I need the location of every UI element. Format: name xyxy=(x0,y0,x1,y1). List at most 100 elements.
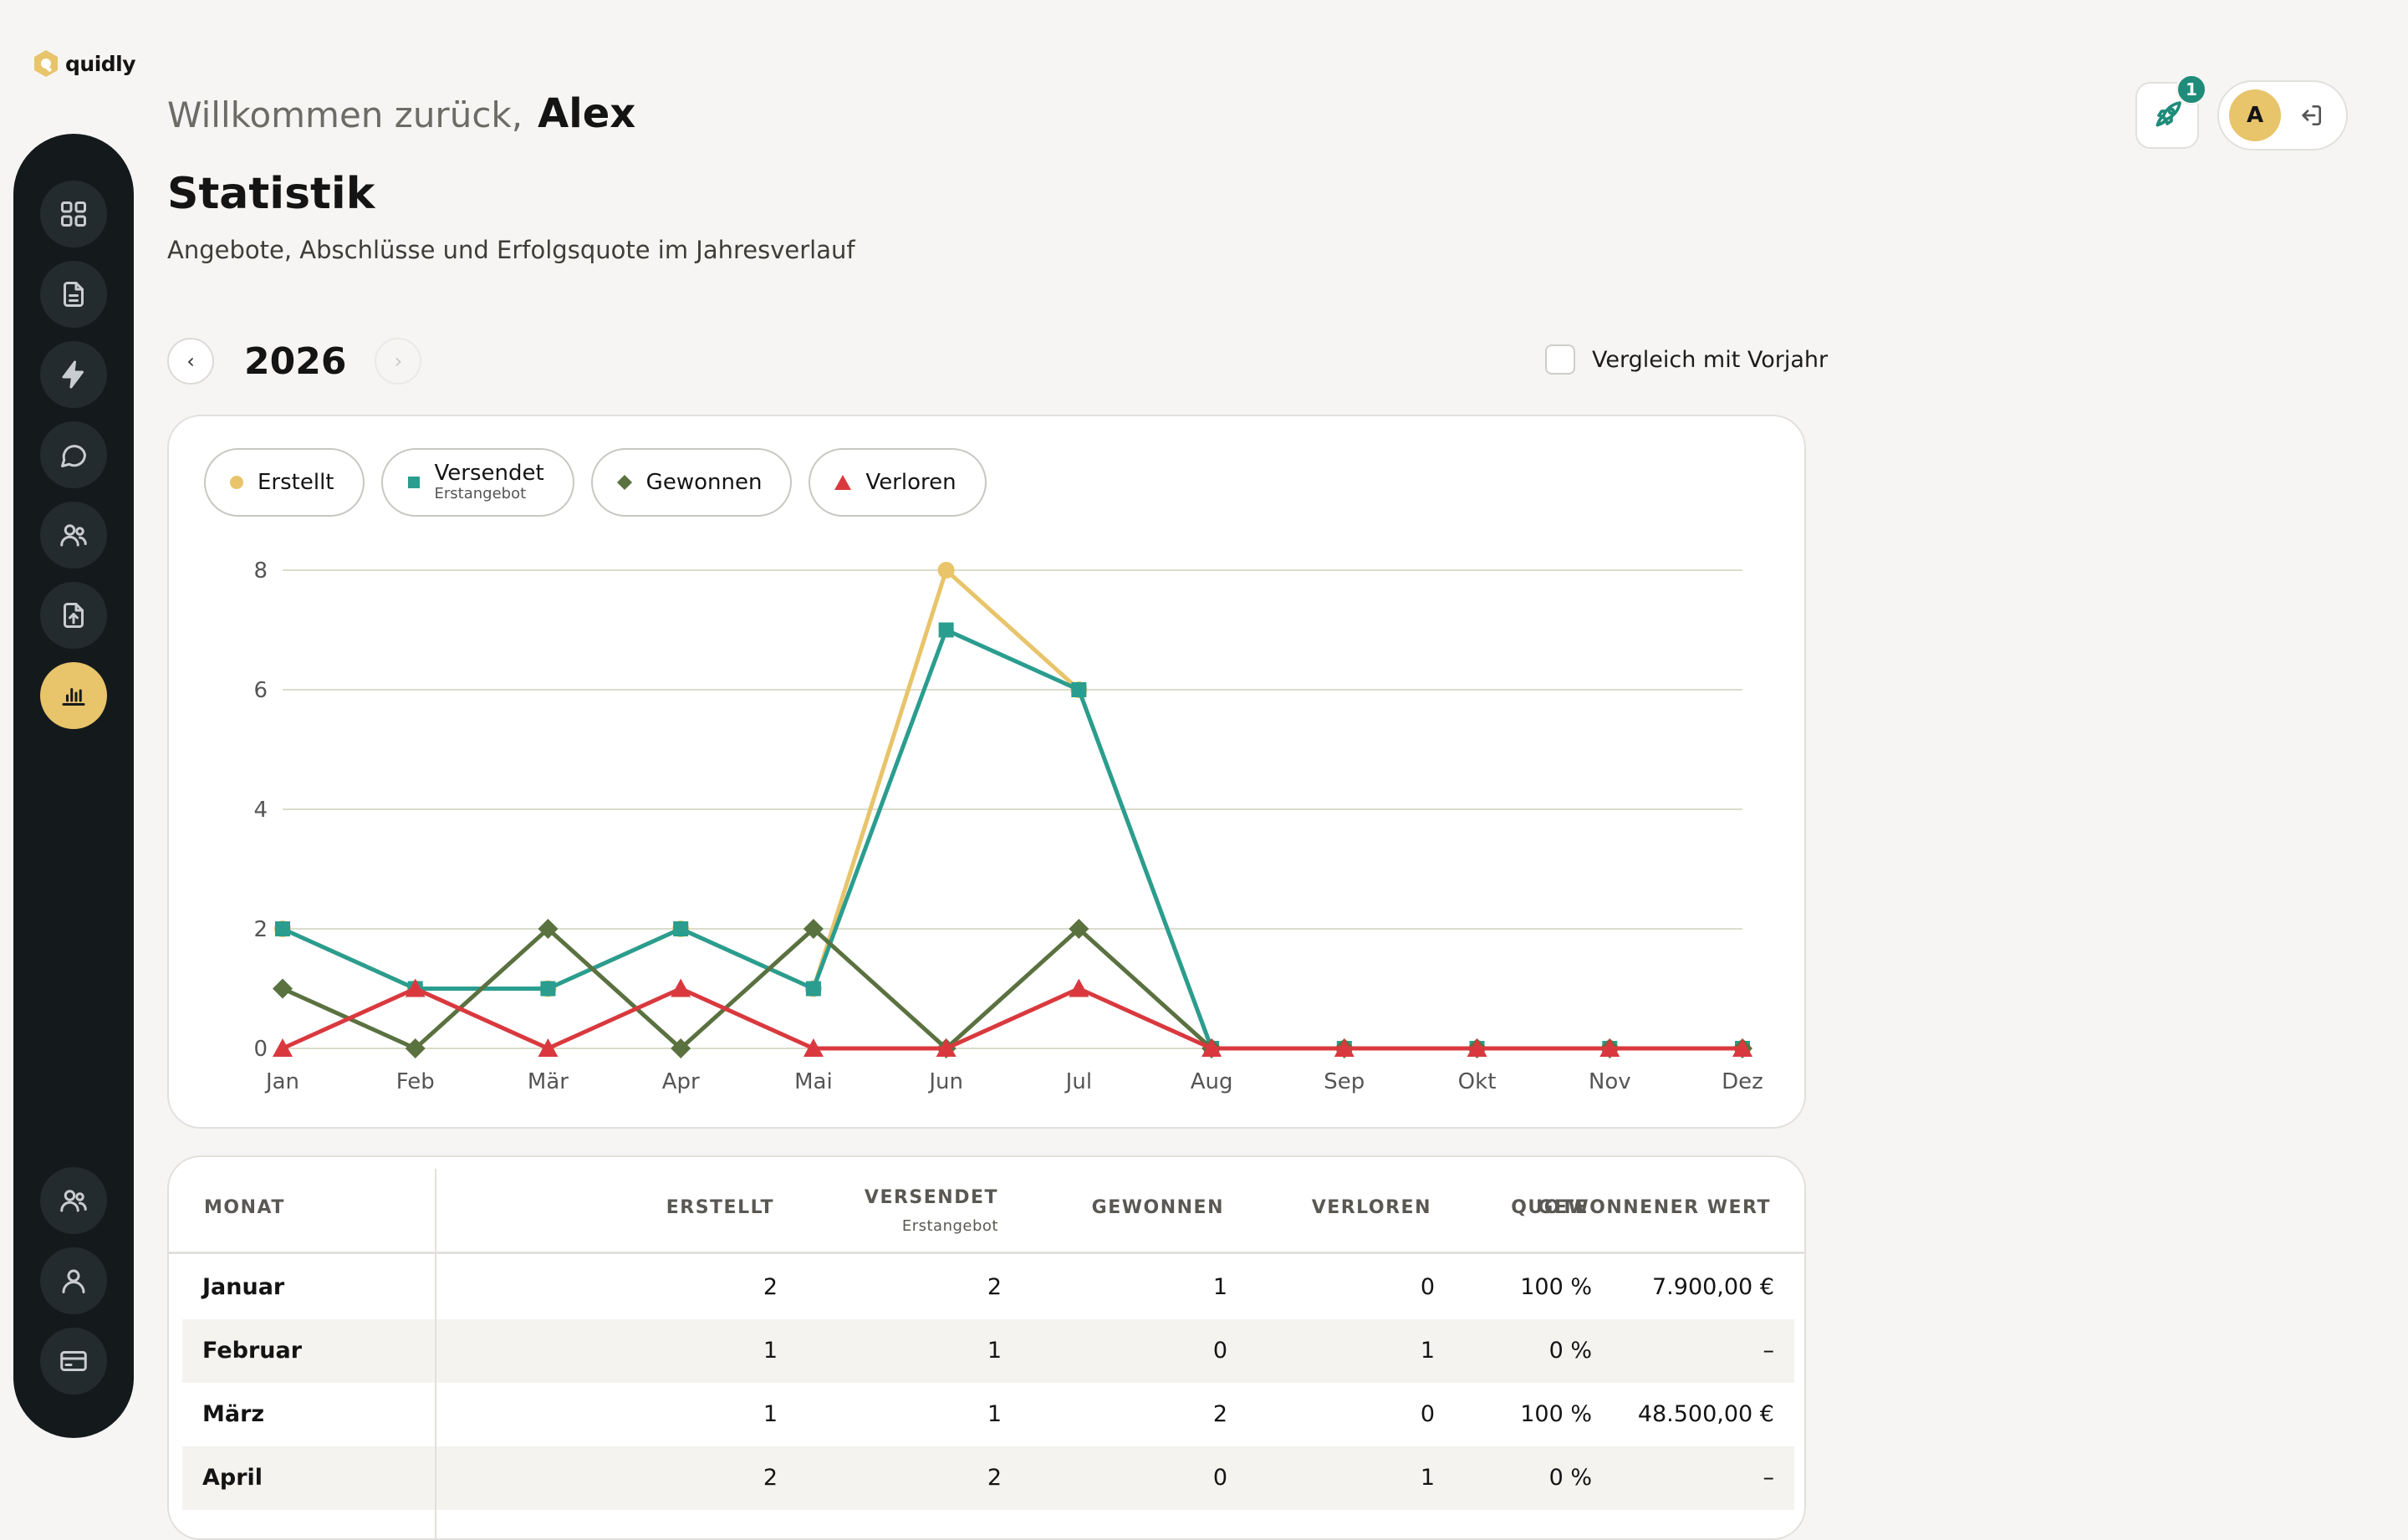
x-tick-label: Nov xyxy=(1589,1069,1631,1094)
x-tick-label: Jun xyxy=(927,1069,963,1094)
x-tick-label: Sep xyxy=(1324,1069,1365,1094)
column-header-versendet: VERSENDET xyxy=(864,1187,998,1208)
data-point-versendet xyxy=(805,981,821,997)
cell-erstellt: 2 xyxy=(763,1465,778,1491)
x-tick-label: Aug xyxy=(1191,1069,1233,1094)
cell-versendet: 2 xyxy=(987,1465,1002,1491)
table-row[interactable]: Februar 1 1 0 1 0 % – xyxy=(182,1319,1794,1383)
monthly-statistics-table: MONAT ERSTELLT VERSENDET Erstangebot GEW… xyxy=(167,1155,1806,1540)
notification-badge: 1 xyxy=(2176,74,2207,105)
table-row[interactable]: März 1 1 2 0 100 % 48.500,00 € xyxy=(182,1383,1794,1446)
cell-monat: März xyxy=(202,1401,265,1427)
table-row[interactable]: April 2 2 0 1 0 % – xyxy=(182,1446,1794,1510)
compare-previous-year-toggle[interactable]: Vergleich mit Vorjahr xyxy=(1545,344,1828,375)
series-line-verloren xyxy=(281,987,1742,1051)
column-header-verloren: VERLOREN xyxy=(1311,1197,1431,1218)
y-tick-label: 2 xyxy=(253,917,268,942)
compare-label: Vergleich mit Vorjahr xyxy=(1592,346,1829,373)
credit-card-icon xyxy=(60,1351,87,1371)
x-tick-label: Mär xyxy=(528,1069,569,1094)
cell-verloren: 1 xyxy=(1420,1465,1435,1491)
welcome-user-name: Alex xyxy=(538,90,636,137)
cell-verloren: 0 xyxy=(1420,1274,1435,1300)
cell-wert: 48.500,00 € xyxy=(1637,1401,1774,1427)
rocket-icon xyxy=(2155,101,2181,127)
cell-quote: 100 % xyxy=(1520,1401,1592,1427)
page-subtitle: Angebote, Abschlüsse und Erfolgsquote im… xyxy=(167,236,855,264)
sidebar-item-messages[interactable] xyxy=(40,421,107,488)
sidebar-item-profile[interactable] xyxy=(40,1247,107,1314)
team-icon xyxy=(60,1190,87,1212)
column-subheader-versendet: Erstangebot xyxy=(901,1217,998,1235)
sidebar-item-dashboard[interactable] xyxy=(40,181,107,247)
data-point-versendet xyxy=(938,622,954,638)
cell-quote: 0 % xyxy=(1548,1338,1592,1364)
header-actions: 1 A xyxy=(2135,74,2348,150)
cell-quote: 100 % xyxy=(1520,1274,1592,1300)
cell-wert: 7.900,00 € xyxy=(1652,1274,1774,1300)
column-header-monat: MONAT xyxy=(204,1197,285,1218)
cell-verloren: 0 xyxy=(1420,1401,1435,1427)
x-tick-label: Mai xyxy=(794,1069,833,1094)
cell-wert: – xyxy=(1763,1465,1775,1491)
logout-button[interactable] xyxy=(2298,102,2324,129)
users-icon xyxy=(60,524,87,547)
x-tick-label: Apr xyxy=(662,1069,700,1094)
x-tick-label: Jan xyxy=(264,1069,299,1094)
data-point-versendet xyxy=(1071,682,1087,697)
line-chart: 0 2 4 6 8 Jan Feb Mär Apr Mai Jun Jul Aug Sep Okt Nov De… xyxy=(253,558,1763,1094)
table-header: MONAT ERSTELLT VERSENDET Erstangebot GEW… xyxy=(169,1157,1804,1254)
onboarding-button[interactable]: 1 xyxy=(2135,74,2207,149)
cell-gewonnen: 0 xyxy=(1212,1338,1227,1364)
sidebar xyxy=(13,134,134,1438)
logout-icon xyxy=(2302,105,2321,125)
data-point-verloren xyxy=(1069,978,1089,997)
data-point-erstellt xyxy=(937,562,955,579)
page-title: Statistik xyxy=(167,169,375,219)
cell-quote: 0 % xyxy=(1548,1465,1592,1491)
x-tick-label: Dez xyxy=(1722,1069,1763,1094)
compare-checkbox[interactable] xyxy=(1545,344,1575,375)
y-tick-label: 0 xyxy=(253,1037,268,1062)
cell-gewonnen: 2 xyxy=(1212,1401,1227,1427)
cell-versendet: 2 xyxy=(987,1274,1002,1300)
data-point-verloren xyxy=(671,978,691,997)
user-menu[interactable]: A xyxy=(2217,80,2348,150)
series-line-versendet xyxy=(281,628,1742,1051)
column-header-gewonnen: GEWONNEN xyxy=(1091,1197,1224,1218)
data-point-versendet xyxy=(275,921,290,936)
x-tick-label: Jul xyxy=(1064,1069,1092,1094)
logo-icon xyxy=(34,50,58,77)
dashboard-icon xyxy=(61,201,86,227)
y-tick-label: 6 xyxy=(253,678,268,703)
sidebar-item-automations[interactable] xyxy=(40,341,107,408)
column-header-erstellt: ERSTELLT xyxy=(666,1197,774,1218)
sidebar-item-team[interactable] xyxy=(40,1167,107,1234)
welcome-greeting: Willkommen zurück, Alex xyxy=(167,90,635,137)
column-divider xyxy=(435,1169,436,1538)
previous-year-button[interactable]: ‹ xyxy=(167,338,214,385)
cell-versendet: 1 xyxy=(987,1401,1002,1427)
cell-monat: Januar xyxy=(202,1274,285,1300)
column-header-gewonnener-wert: GEWONNENER WERT xyxy=(1538,1197,1771,1218)
data-point-gewonnen xyxy=(273,978,293,999)
app-logo[interactable]: quidly xyxy=(32,47,136,80)
avatar[interactable]: A xyxy=(2229,89,2281,141)
cell-gewonnen: 1 xyxy=(1212,1274,1227,1300)
cell-erstellt: 1 xyxy=(763,1401,778,1427)
sidebar-item-documents[interactable] xyxy=(40,261,107,328)
sidebar-item-billing[interactable] xyxy=(40,1328,107,1395)
next-year-button[interactable]: › xyxy=(375,338,422,385)
sidebar-item-statistics[interactable] xyxy=(40,662,107,729)
cell-gewonnen: 0 xyxy=(1212,1465,1227,1491)
y-tick-label: 8 xyxy=(253,558,268,584)
sidebar-item-upload[interactable] xyxy=(40,582,107,649)
user-icon xyxy=(62,1269,85,1293)
cell-erstellt: 2 xyxy=(763,1274,778,1300)
data-point-versendet xyxy=(540,981,556,997)
welcome-prefix: Willkommen zurück, xyxy=(167,94,523,135)
statistics-chart-card: Erstellt Versendet Erstangebot Gewonnen … xyxy=(167,415,1806,1129)
table-row[interactable]: Januar 2 2 1 0 100 % 7.900,00 € xyxy=(182,1256,1794,1319)
sidebar-item-contacts[interactable] xyxy=(40,502,107,569)
y-tick-label: 4 xyxy=(253,798,268,823)
